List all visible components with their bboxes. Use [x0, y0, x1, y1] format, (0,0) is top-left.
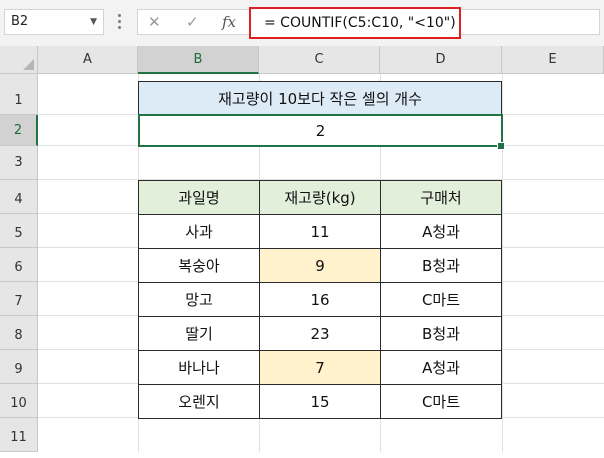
cell-stock[interactable]: 23 — [259, 316, 381, 351]
formula-text[interactable]: = COUNTIF(C5:C10, "<10") — [249, 7, 461, 39]
column-header-b[interactable]: B — [138, 46, 259, 74]
cell-vendor[interactable]: B청과 — [380, 316, 502, 351]
chevron-down-icon[interactable]: ▼ — [90, 10, 97, 34]
column-header-e[interactable]: E — [502, 46, 604, 74]
cancel-icon[interactable]: ✕ — [148, 12, 161, 32]
row-header-10[interactable]: 10 — [0, 384, 38, 418]
cell-vendor[interactable]: A청과 — [380, 214, 502, 249]
name-box-value: B2 — [11, 14, 29, 29]
cell-vendor[interactable]: B청과 — [380, 248, 502, 283]
row-header-5[interactable]: 5 — [0, 214, 38, 248]
cell-stock-highlighted[interactable]: 7 — [259, 350, 381, 385]
more-options-icon[interactable] — [118, 14, 122, 32]
row-header-2[interactable]: 2 — [0, 115, 38, 146]
cell-fruit[interactable]: 딸기 — [138, 316, 260, 351]
insert-function-icon[interactable]: fx — [222, 12, 236, 32]
row-header-11[interactable]: 11 — [0, 418, 38, 452]
column-header-a[interactable]: A — [38, 46, 138, 74]
table-header-vendor[interactable]: 구매처 — [380, 180, 502, 215]
cell-stock[interactable]: 16 — [259, 282, 381, 317]
cell-fruit[interactable]: 바나나 — [138, 350, 260, 385]
select-all-corner[interactable] — [0, 46, 38, 74]
cell-vendor[interactable]: A청과 — [380, 350, 502, 385]
row-header-6[interactable]: 6 — [0, 248, 38, 282]
column-header-d[interactable]: D — [380, 46, 502, 74]
row-header-gap — [0, 74, 38, 81]
cell-stock[interactable]: 15 — [259, 384, 381, 419]
formula-bar: B2 ▼ ✕ ✓ fx = COUNTIF(C5:C10, "<10") — [0, 0, 604, 46]
result-cell[interactable]: 2 — [138, 114, 503, 147]
table-header-fruit[interactable]: 과일명 — [138, 180, 260, 215]
cell-stock[interactable]: 11 — [259, 214, 381, 249]
row-header-4[interactable]: 4 — [0, 180, 38, 214]
row-header-7[interactable]: 7 — [0, 282, 38, 316]
row-header-9[interactable]: 9 — [0, 350, 38, 384]
table-header-stock[interactable]: 재고량(kg) — [259, 180, 381, 215]
column-header-c[interactable]: C — [259, 46, 380, 74]
cell-vendor[interactable]: C마트 — [380, 384, 502, 419]
row-header-1[interactable]: 1 — [0, 81, 38, 115]
cell-fruit[interactable]: 복숭아 — [138, 248, 260, 283]
cell-fruit[interactable]: 망고 — [138, 282, 260, 317]
cell-stock-highlighted[interactable]: 9 — [259, 248, 381, 283]
fill-handle[interactable] — [497, 142, 505, 150]
cell-vendor[interactable]: C마트 — [380, 282, 502, 317]
title-cell[interactable]: 재고량이 10보다 작은 셀의 개수 — [138, 81, 502, 115]
name-box[interactable]: B2 ▼ — [4, 9, 104, 35]
enter-icon[interactable]: ✓ — [186, 12, 199, 32]
cell-fruit[interactable]: 오렌지 — [138, 384, 260, 419]
cell-fruit[interactable]: 사과 — [138, 214, 260, 249]
row-header-8[interactable]: 8 — [0, 316, 38, 350]
row-header-3[interactable]: 3 — [0, 146, 38, 180]
